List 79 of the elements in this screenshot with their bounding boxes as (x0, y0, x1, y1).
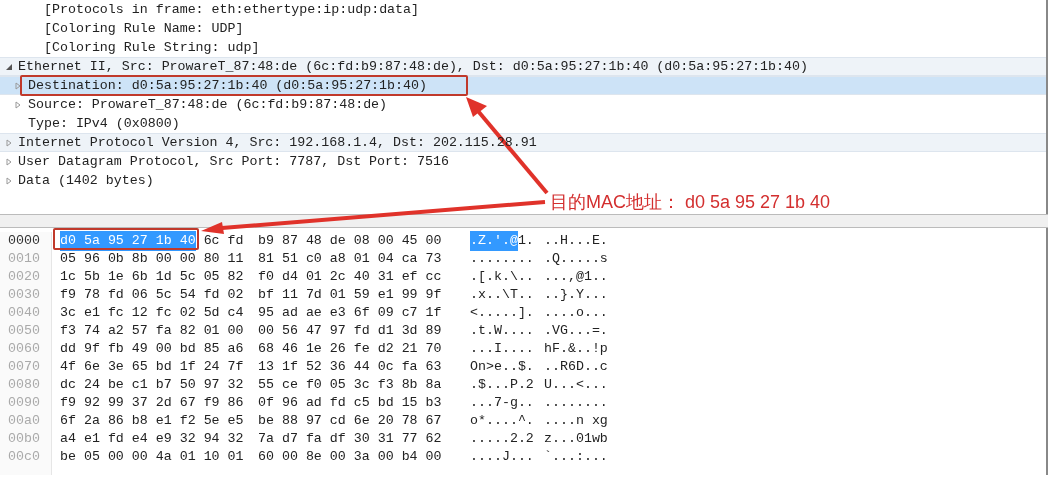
offset-text: 00c0 (8, 448, 40, 467)
byte-text: .t.W.... (470, 322, 534, 341)
tree-row[interactable]: Ethernet II, Src: ProwareT_87:48:de (6c:fd:b9:87:48:de), Dst: d0:5a:95:27:1b:40 (d0:5a:95:27:1b:40) (0, 57, 1046, 76)
collapsed-triangle-icon[interactable] (14, 100, 22, 109)
tree-row[interactable]: [Coloring Rule String: udp] (44, 37, 260, 58)
byte-text: 1c 5b 1e 6b 1d 5c 05 82 (60, 268, 244, 287)
byte-text: o*....^. (470, 412, 534, 431)
byte-text: ........ (544, 394, 608, 413)
byte-text: ....n xg (544, 412, 608, 431)
tree-row[interactable]: [Coloring Rule Name: UDP] (44, 18, 244, 39)
byte-text: f3 74 a2 57 fa 82 01 00 (60, 322, 244, 341)
byte-text: ...7-g.. (470, 394, 534, 413)
offset-text: 0060 (8, 340, 40, 359)
byte-text: f9 92 99 37 2d 67 f9 86 (60, 394, 244, 413)
byte-text: 00 56 47 97 fd d1 3d 89 (258, 322, 442, 341)
byte-text: dd 9f fb 49 00 bd 85 a6 (60, 340, 244, 359)
byte-text: 0f 96 ad fd c5 bd 15 b3 (258, 394, 442, 413)
tree-row[interactable]: [Protocols in frame: eth:ethertype:ip:udp:data] (44, 0, 420, 20)
byte-text: U...<... (544, 376, 608, 395)
byte-text: .Z.'.@ (470, 231, 518, 251)
byte-text: .[.k.\.. (470, 268, 534, 287)
byte-text: 55 ce f0 05 3c f3 8b 8a (258, 376, 442, 395)
offset-text: 0010 (8, 250, 40, 269)
offset-text: 0030 (8, 286, 40, 305)
byte-text: ..H...E. (544, 232, 608, 251)
byte-text: <.....]. (470, 304, 534, 323)
byte-text: .....2.2 (470, 430, 534, 449)
byte-text: dc 24 be c1 b7 50 97 32 (60, 376, 244, 395)
pane-splitter[interactable] (0, 214, 1048, 228)
byte-text: a4 e1 fd e4 e9 32 94 32 (60, 430, 244, 449)
byte-text: 81 51 c0 a8 01 04 ca 73 (258, 250, 442, 269)
collapsed-triangle-icon[interactable] (14, 81, 22, 90)
byte-text: .VG...=. (544, 322, 608, 341)
byte-text: be 88 97 cd 6e 20 78 67 (258, 412, 442, 431)
byte-text: b9 87 48 de 08 00 45 00 (258, 232, 442, 251)
byte-text: ....J... (470, 448, 534, 467)
offset-text: 0000 (8, 232, 40, 251)
offset-text: 0090 (8, 394, 40, 413)
collapsed-triangle-icon[interactable] (5, 176, 13, 185)
offset-text: 0040 (8, 304, 40, 323)
offset-text: 0050 (8, 322, 40, 341)
byte-text: hF.&..!p (544, 340, 608, 359)
byte-text: .$...P.2 (470, 376, 534, 395)
byte-text: 4f 6e 3e 65 bd 1f 24 7f (60, 358, 244, 377)
offset-text: 0020 (8, 268, 40, 287)
byte-text: .Q.....s (544, 250, 608, 269)
byte-text: `...:... (544, 448, 608, 467)
byte-text: On>e..$. (470, 358, 534, 377)
expanded-triangle-icon[interactable] (5, 62, 13, 71)
byte-text: 95 ad ae e3 6f 09 c7 1f (258, 304, 442, 323)
byte-text: ..}.Y... (544, 286, 608, 305)
byte-text: d0 5a 95 27 1b 40 (60, 231, 196, 251)
byte-text: bf 11 7d 01 59 e1 99 9f (258, 286, 442, 305)
byte-text: 7a d7 fa df 30 31 77 62 (258, 430, 442, 449)
collapsed-triangle-icon[interactable] (5, 157, 13, 166)
offset-text: 00a0 (8, 412, 40, 431)
byte-text: 3c e1 fc 12 fc 02 5d c4 (60, 304, 244, 323)
byte-text: 60 00 8e 00 3a 00 b4 00 (258, 448, 442, 467)
byte-text: 05 96 0b 8b 00 00 80 11 (60, 250, 244, 269)
annotation-label: 目的MAC地址： d0 5a 95 27 1b 40 (550, 191, 831, 213)
byte-text: 6f 2a 86 b8 e1 f2 5e e5 (60, 412, 244, 431)
byte-text: z...01wb (544, 430, 608, 449)
offset-text: 0080 (8, 376, 40, 395)
byte-text: ...,@1.. (544, 268, 608, 287)
offset-text: 00b0 (8, 430, 40, 449)
byte-text: f9 78 fd 06 5c 54 fd 02 (60, 286, 244, 305)
byte-text: ........ (470, 250, 534, 269)
byte-text: ..R6D..c (544, 358, 608, 377)
byte-text: ....o... (544, 304, 608, 323)
byte-text: be 05 00 00 4a 01 10 01 (60, 448, 244, 467)
byte-text: ...I.... (470, 340, 534, 359)
byte-text: 13 1f 52 36 44 0c fa 63 (258, 358, 442, 377)
collapsed-triangle-icon[interactable] (5, 138, 13, 147)
byte-text: 68 46 1e 26 fe d2 21 70 (258, 340, 442, 359)
byte-text: .x..\T.. (470, 286, 534, 305)
tree-row[interactable]: Destination: d0:5a:95:27:1b:40 (d0:5a:95:27:1b:40) (0, 76, 1046, 95)
byte-text: f0 d4 01 2c 40 31 ef cc (258, 268, 442, 287)
offset-text: 0070 (8, 358, 40, 377)
byte-text: 6c fd (202, 232, 244, 251)
